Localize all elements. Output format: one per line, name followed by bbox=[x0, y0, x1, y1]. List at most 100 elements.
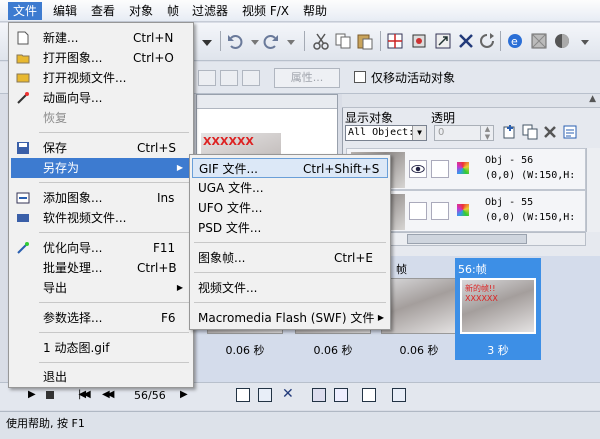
frame-label: 帧 bbox=[396, 263, 407, 276]
menu-item-label: 视频文件... bbox=[198, 281, 258, 295]
copy-object-icon[interactable] bbox=[522, 124, 538, 140]
paste-icon[interactable] bbox=[356, 32, 374, 50]
scrollbar-thumb[interactable] bbox=[407, 234, 527, 244]
object-properties-icon[interactable] bbox=[562, 124, 578, 140]
redo-icon[interactable] bbox=[262, 32, 280, 50]
delete-frame-icon[interactable]: ✕ bbox=[282, 386, 294, 402]
prev-frame-icon[interactable]: ◀◀ bbox=[102, 389, 115, 400]
menu-item-label: 恢复 bbox=[43, 111, 68, 125]
menu-item-shortcut: Ctrl+O bbox=[133, 51, 174, 65]
cut-icon[interactable] bbox=[312, 32, 330, 50]
menu-item-ufo-file[interactable]: UFO 文件... bbox=[192, 198, 388, 218]
next-frame-icon[interactable]: ▶ bbox=[180, 389, 188, 400]
opacity-spinner[interactable]: ▲ ▼ bbox=[480, 125, 494, 141]
move-active-only-checkbox[interactable] bbox=[354, 71, 366, 83]
dropdown-arrow-icon[interactable] bbox=[198, 33, 216, 51]
insert-frame-icon[interactable] bbox=[236, 388, 250, 402]
lock-toggle[interactable] bbox=[431, 202, 449, 220]
menu-item-animation-wizard[interactable]: 动画向导... bbox=[11, 88, 191, 108]
menu-item-open-image[interactable]: 打开图象... Ctrl+O bbox=[11, 48, 191, 68]
properties-button[interactable]: 属性... bbox=[274, 68, 340, 88]
browser-icon[interactable]: e bbox=[506, 32, 524, 50]
rotate-icon[interactable] bbox=[478, 32, 496, 50]
more-dropdown-icon[interactable] bbox=[576, 32, 594, 50]
menu-item-psd-file[interactable]: PSD 文件... bbox=[192, 218, 388, 238]
preview-icon[interactable] bbox=[530, 32, 548, 50]
play-icon[interactable]: ▶ bbox=[28, 389, 36, 400]
menu-item-open-video[interactable]: 打开视频文件... bbox=[11, 68, 191, 88]
align-left-icon[interactable] bbox=[198, 70, 216, 86]
menu-item-optimize-wizard[interactable]: 优化向导... F11 bbox=[11, 238, 191, 258]
frame-thumbnail-selected[interactable]: 56:帧 新的帧!! XXXXXX 3 秒 bbox=[455, 258, 541, 360]
lock-toggle[interactable] bbox=[431, 160, 449, 178]
panel-collapse-icon[interactable]: ▲ bbox=[589, 94, 596, 104]
menu-item-preferences[interactable]: 参数选择... F6 bbox=[11, 308, 191, 328]
menu-item-batch[interactable]: 批量处理... Ctrl+B bbox=[11, 258, 191, 278]
menu-item-add-image[interactable]: 添加图象... Ins bbox=[11, 188, 191, 208]
object-filter-value: All Object: bbox=[348, 127, 415, 138]
frame-delay[interactable]: 0.06 秒 bbox=[376, 342, 462, 358]
first-frame-icon[interactable]: |◀◀ bbox=[78, 389, 91, 400]
menu-frame[interactable]: 帧 bbox=[162, 2, 184, 20]
crop-icon[interactable] bbox=[410, 32, 428, 50]
menu-item-shortcut: Ctrl+Shift+S bbox=[303, 162, 380, 176]
align-center-icon[interactable] bbox=[220, 70, 238, 86]
menu-item-gif-file[interactable]: GIF 文件... Ctrl+Shift+S bbox=[192, 158, 388, 178]
status-bar bbox=[0, 411, 600, 439]
menu-object[interactable]: 对象 bbox=[124, 2, 158, 20]
grid-icon[interactable] bbox=[386, 32, 404, 50]
resize-icon[interactable] bbox=[434, 32, 452, 50]
frame-delay[interactable]: 0.06 秒 bbox=[290, 342, 376, 358]
resize-frame-icon[interactable] bbox=[362, 388, 376, 402]
delete-object-icon[interactable] bbox=[542, 124, 558, 140]
menu-item-revert[interactable]: 恢复 bbox=[11, 108, 191, 128]
object-info: Obj - 55 (0,0) (W:150,H: bbox=[485, 195, 575, 225]
object-filter-select[interactable]: All Object: ▼ bbox=[345, 125, 427, 141]
copy-icon[interactable] bbox=[334, 32, 352, 50]
effect-icon[interactable] bbox=[553, 32, 571, 50]
menu-filter[interactable]: 过滤器 bbox=[187, 2, 233, 20]
menu-item-add-video[interactable]: 软件视频文件... bbox=[11, 208, 191, 228]
menu-item-save[interactable]: 保存 Ctrl+S bbox=[11, 138, 191, 158]
save-as-submenu: GIF 文件... Ctrl+Shift+S UGA 文件... UFO 文件..… bbox=[189, 154, 391, 330]
menu-item-video-file[interactable]: 视频文件... bbox=[192, 278, 388, 298]
menu-item-shortcut: Ins bbox=[157, 191, 175, 205]
menu-file[interactable]: 文件 bbox=[8, 2, 43, 20]
redo-dropdown-icon[interactable] bbox=[282, 32, 300, 50]
svg-text:e: e bbox=[511, 35, 518, 48]
menu-item-image-frames[interactable]: 图象帧... Ctrl+E bbox=[192, 248, 388, 268]
menu-item-export[interactable]: 导出 ▶ bbox=[11, 278, 191, 298]
align-right-icon[interactable] bbox=[242, 70, 260, 86]
menu-item-new[interactable]: 新建... Ctrl+N bbox=[11, 28, 191, 48]
stop-icon[interactable] bbox=[46, 391, 54, 399]
frame-tool-icon[interactable] bbox=[312, 388, 326, 402]
menu-item-shortcut: Ctrl+E bbox=[334, 251, 373, 265]
undo-icon[interactable] bbox=[226, 32, 244, 50]
object-info: Obj - 56 (0,0) (W:150,H: bbox=[485, 153, 575, 183]
menu-help[interactable]: 帮助 bbox=[298, 2, 332, 20]
menu-item-save-as[interactable]: 另存为 ▶ bbox=[11, 158, 191, 178]
frame-delay[interactable]: 0.06 秒 bbox=[202, 342, 288, 358]
menu-item-swf-file[interactable]: Macromedia Flash (SWF) 文件 ▶ bbox=[192, 308, 388, 328]
object-vertical-scrollbar[interactable] bbox=[586, 148, 600, 232]
menu-item-recent-file[interactable]: 1 动态图.gif bbox=[11, 338, 191, 358]
menu-item-label: 图象帧... bbox=[198, 251, 246, 265]
menu-item-label: 退出 bbox=[43, 370, 68, 384]
frame-delay[interactable]: 3 秒 bbox=[455, 342, 541, 358]
frame-properties-icon[interactable] bbox=[334, 388, 348, 402]
menu-item-uga-file[interactable]: UGA 文件... bbox=[192, 178, 388, 198]
frame-caption: 新的帧!! XXXXXX bbox=[465, 284, 498, 303]
menu-view[interactable]: 查看 bbox=[86, 2, 120, 20]
frame-image bbox=[381, 278, 457, 334]
add-object-icon[interactable] bbox=[502, 124, 518, 140]
visibility-toggle[interactable] bbox=[409, 202, 427, 220]
menu-item-exit[interactable]: 退出 bbox=[11, 367, 191, 387]
export-frame-icon[interactable] bbox=[392, 388, 406, 402]
object-name: Obj - 56 bbox=[485, 155, 534, 166]
close-x-icon[interactable] bbox=[457, 32, 475, 50]
duplicate-frame-icon[interactable] bbox=[258, 388, 272, 402]
menu-edit[interactable]: 编辑 bbox=[48, 2, 82, 20]
wand-icon bbox=[16, 91, 30, 105]
menu-video-fx[interactable]: 视频 F/X bbox=[237, 2, 294, 20]
visibility-eye-icon[interactable] bbox=[409, 160, 427, 178]
